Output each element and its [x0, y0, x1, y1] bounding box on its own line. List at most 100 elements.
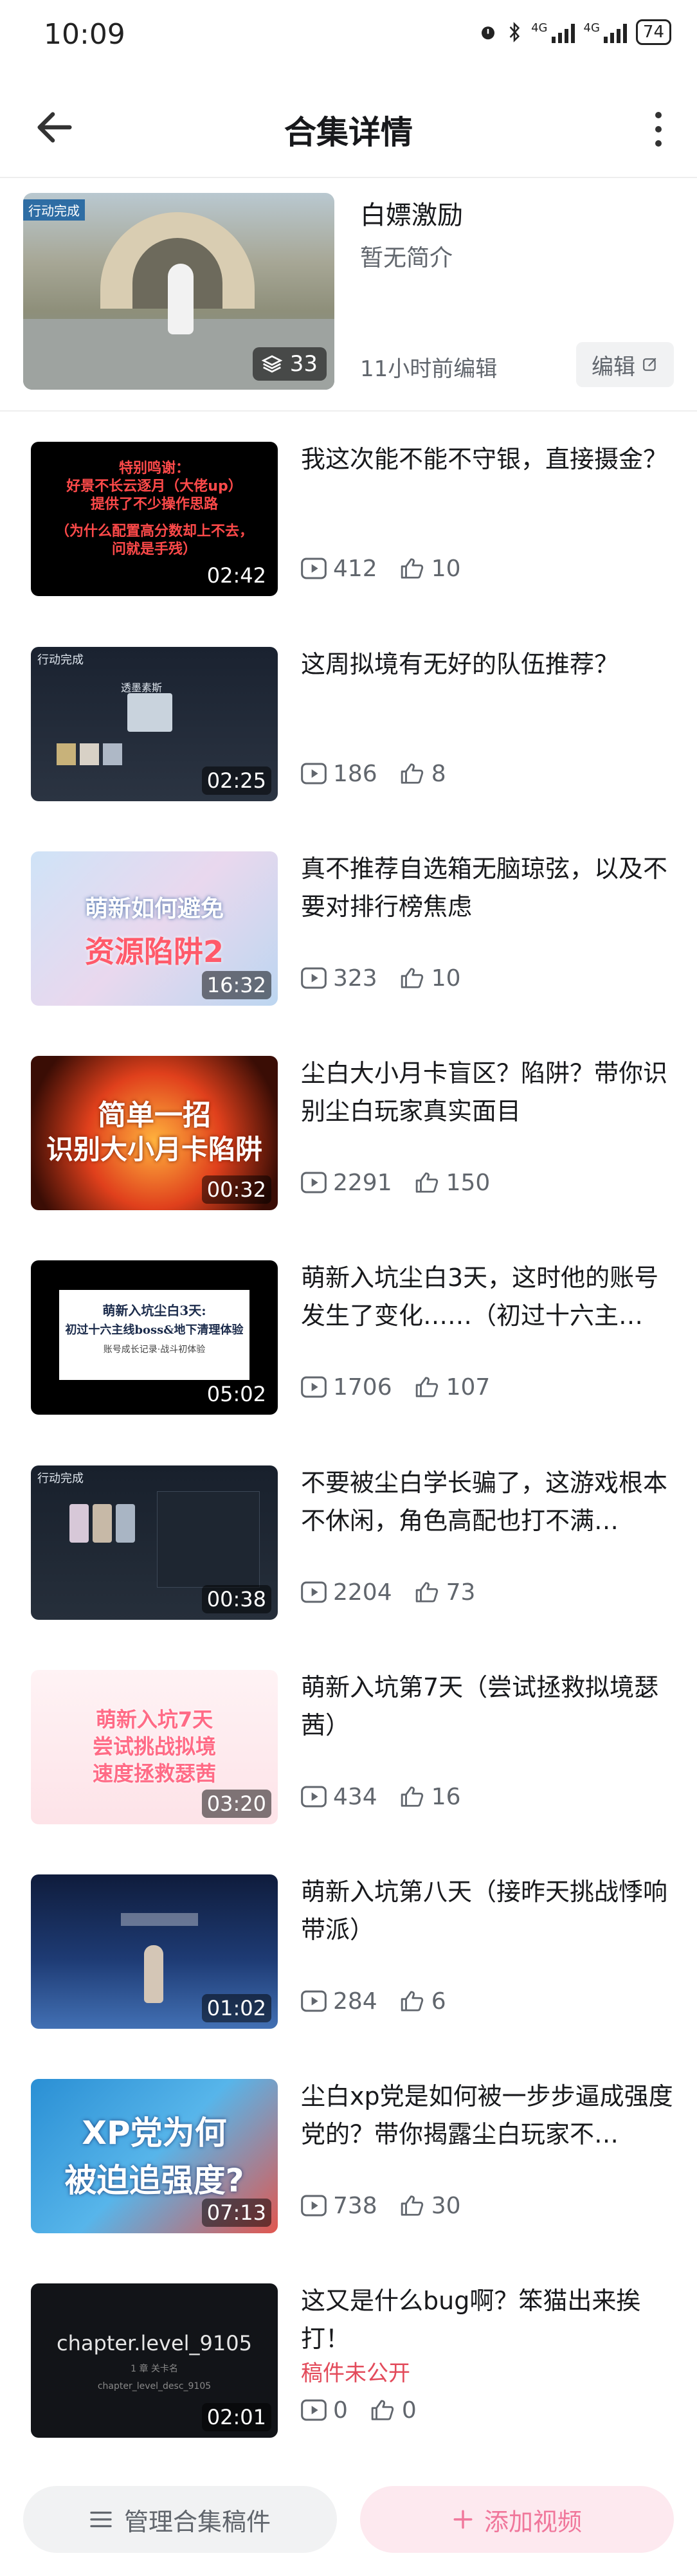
video-item[interactable]: 行动完成 透墨素斯 02:25 这周拟境有无好的队伍推荐？ 186 8 — [0, 647, 697, 840]
video-stats: 2291 150 — [301, 1166, 490, 1199]
thumb-up-icon — [401, 1786, 423, 1807]
manage-collection-button[interactable]: 管理合集稿件 — [23, 2486, 337, 2553]
video-stats: 186 8 — [301, 757, 446, 790]
thumbnail-caption: 好景不长云逐月（大佬up） — [66, 478, 242, 494]
view-count: 2291 — [333, 1169, 392, 1196]
thumb-up-icon — [415, 1582, 438, 1602]
video-item[interactable]: 萌新如何避免 资源陷阱2 16:32 真不推荐自选箱无脑琼弦，以及不要对排行榜焦… — [0, 851, 697, 1044]
play-icon — [301, 1581, 327, 1603]
bluetooth-icon — [509, 22, 520, 42]
video-duration: 00:38 — [201, 1585, 271, 1613]
thumbnail-caption: 萌新入坑尘白3天: — [102, 1303, 206, 1318]
like-count: 30 — [431, 2192, 461, 2219]
edit-icon — [643, 358, 656, 371]
more-vertical-icon[interactable] — [646, 107, 671, 152]
signal-icon: 4G — [531, 21, 575, 43]
add-video-button[interactable]: 添加视频 — [360, 2486, 674, 2553]
status-time: 10:09 — [44, 18, 125, 51]
view-count: 2204 — [333, 1579, 392, 1606]
video-title: 萌新入坑第7天（尝试拯救拟境瑟茜） — [301, 1673, 659, 1739]
video-item[interactable]: 特别鸣谢： 好景不长云逐月（大佬up） 提供了不少操作思路 （为什么配置高分数却… — [0, 442, 697, 635]
video-stats: 434 16 — [301, 1781, 461, 1813]
video-thumbnail[interactable]: 简单一招 识别大小月卡陷阱 00:32 — [31, 1056, 278, 1210]
video-thumbnail[interactable]: XP党为何 被迫追强度? 07:13 — [31, 2079, 278, 2233]
thumb-up-icon — [415, 1377, 438, 1397]
thumb-up-icon — [401, 2195, 423, 2216]
plus-icon — [453, 2510, 473, 2529]
video-item[interactable]: 萌新入坑7天 尝试挑战拟境 速度拯救瑟茜 03:20 萌新入坑第7天（尝试拯救拟… — [0, 1670, 697, 1863]
video-duration: 05:02 — [201, 1380, 271, 1408]
play-icon — [301, 1172, 327, 1193]
video-title: 尘白xp党是如何被一步步逼成强度党的？带你揭露尘白玩家不… — [301, 2082, 673, 2148]
status-icons: 4G 4G 74 — [478, 19, 671, 45]
thumb-up-icon — [415, 1172, 438, 1193]
video-thumbnail[interactable]: 萌新如何避免 资源陷阱2 16:32 — [31, 851, 278, 1006]
play-icon — [301, 2399, 327, 2421]
list-icon — [90, 2511, 112, 2528]
status-bar: 10:09 4G 4G 74 — [0, 0, 697, 71]
video-stats: 0 0 — [301, 2394, 417, 2426]
like-count: 10 — [431, 555, 461, 582]
thumbnail-caption: 透墨素斯 — [121, 682, 163, 694]
video-thumbnail[interactable]: 01:02 — [31, 1874, 278, 2029]
video-title: 我这次能不能不守银，直接摄金？ — [301, 445, 668, 473]
video-item[interactable]: 简单一招 识别大小月卡陷阱 00:32 尘白大小月卡盲区？陷阱？带你识别尘白玩家… — [0, 1056, 697, 1249]
video-title: 这又是什么bug啊？笨猫出来挨打！ — [301, 2287, 641, 2353]
thumb-up-icon — [401, 558, 423, 579]
video-duration: 02:01 — [201, 2403, 271, 2431]
thumbnail-caption: 速度拯救瑟茜 — [92, 1761, 216, 1786]
thumbnail-caption: 萌新入坑7天 — [95, 1707, 213, 1732]
thumbnail-caption: 行动完成 — [37, 1472, 84, 1485]
signal-icon: 4G — [584, 21, 627, 43]
like-count: 107 — [446, 1374, 491, 1401]
view-count: 434 — [333, 1783, 377, 1810]
video-thumbnail[interactable]: 行动完成 00:38 — [31, 1465, 278, 1620]
like-count: 0 — [401, 2397, 417, 2424]
thumbnail-caption: 初过十六主线boss&地下清理体验 — [65, 1323, 244, 1337]
thumbnail-caption: 资源陷阱2 — [84, 934, 224, 969]
video-thumbnail[interactable]: chapter.level_9105 1 章 关卡名 chapter_level… — [31, 2283, 278, 2438]
video-title: 萌新入坑第八天（接昨天挑战悸响带派） — [301, 1878, 668, 1944]
video-item[interactable]: XP党为何 被迫追强度? 07:13 尘白xp党是如何被一步步逼成强度党的？带你… — [0, 2079, 697, 2272]
video-item[interactable]: 行动完成 00:38 不要被尘白学长骗了，这游戏根本不休闲，角色高配也打不满… … — [0, 1465, 697, 1658]
view-count: 738 — [333, 2192, 377, 2219]
like-count: 6 — [431, 1988, 446, 2015]
view-count: 0 — [333, 2397, 348, 2424]
video-item[interactable]: 萌新入坑尘白3天: 初过十六主线boss&地下清理体验 账号成长记录·战斗初体验… — [0, 1260, 697, 1453]
video-title: 尘白大小月卡盲区？陷阱？带你识别尘白玩家真实面目 — [301, 1059, 668, 1125]
video-thumbnail[interactable]: 萌新入坑7天 尝试挑战拟境 速度拯救瑟茜 03:20 — [31, 1670, 278, 1824]
page-title: 合集详情 — [284, 114, 413, 151]
video-title: 真不推荐自选箱无脑琼弦，以及不要对排行榜焦虑 — [301, 855, 668, 921]
video-thumbnail[interactable]: 特别鸣谢： 好景不长云逐月（大佬up） 提供了不少操作思路 （为什么配置高分数却… — [31, 442, 278, 596]
video-thumbnail[interactable]: 行动完成 透墨素斯 02:25 — [31, 647, 278, 801]
collection-cover[interactable]: 行动完成 33 — [23, 193, 334, 390]
thumbnail-caption: 特别鸣谢： — [118, 460, 190, 476]
thumb-up-icon — [401, 968, 423, 988]
thumbnail-caption: 被迫追强度? — [64, 2162, 244, 2199]
thumbnail-caption: 尝试挑战拟境 — [92, 1734, 216, 1759]
view-count: 1706 — [333, 1374, 392, 1401]
edit-button[interactable]: 编辑 — [576, 342, 674, 387]
video-item[interactable]: chapter.level_9105 1 章 关卡名 chapter_level… — [0, 2283, 697, 2476]
top-app-bar: 合集详情 — [0, 89, 697, 166]
play-icon — [301, 2195, 327, 2217]
unpublished-label: 稿件未公开 — [301, 2361, 410, 2386]
video-item[interactable]: 01:02 萌新入坑第八天（接昨天挑战悸响带派） 284 6 — [0, 1874, 697, 2067]
video-duration: 01:02 — [201, 1994, 271, 2022]
video-stats: 1706 107 — [301, 1371, 490, 1403]
character-figure — [168, 264, 194, 334]
video-thumbnail[interactable]: 萌新入坑尘白3天: 初过十六主线boss&地下清理体验 账号成长记录·战斗初体验… — [31, 1260, 278, 1415]
video-duration: 03:20 — [201, 1790, 271, 1818]
thumbnail-caption: 问就是手残） — [111, 541, 197, 558]
play-icon — [301, 1376, 327, 1398]
video-duration: 07:13 — [201, 2199, 271, 2227]
video-stats: 2204 73 — [301, 1576, 475, 1608]
bottom-action-bar: 管理合集稿件 添加视频 — [0, 2468, 697, 2576]
video-duration: 00:32 — [201, 1175, 271, 1204]
video-duration: 16:32 — [201, 971, 271, 999]
view-count: 323 — [333, 965, 377, 992]
thumbnail-caption: 提供了不少操作思路 — [90, 496, 218, 512]
like-count: 73 — [446, 1579, 476, 1606]
battery-icon: 74 — [635, 19, 671, 45]
video-count-badge: 33 — [252, 347, 327, 381]
